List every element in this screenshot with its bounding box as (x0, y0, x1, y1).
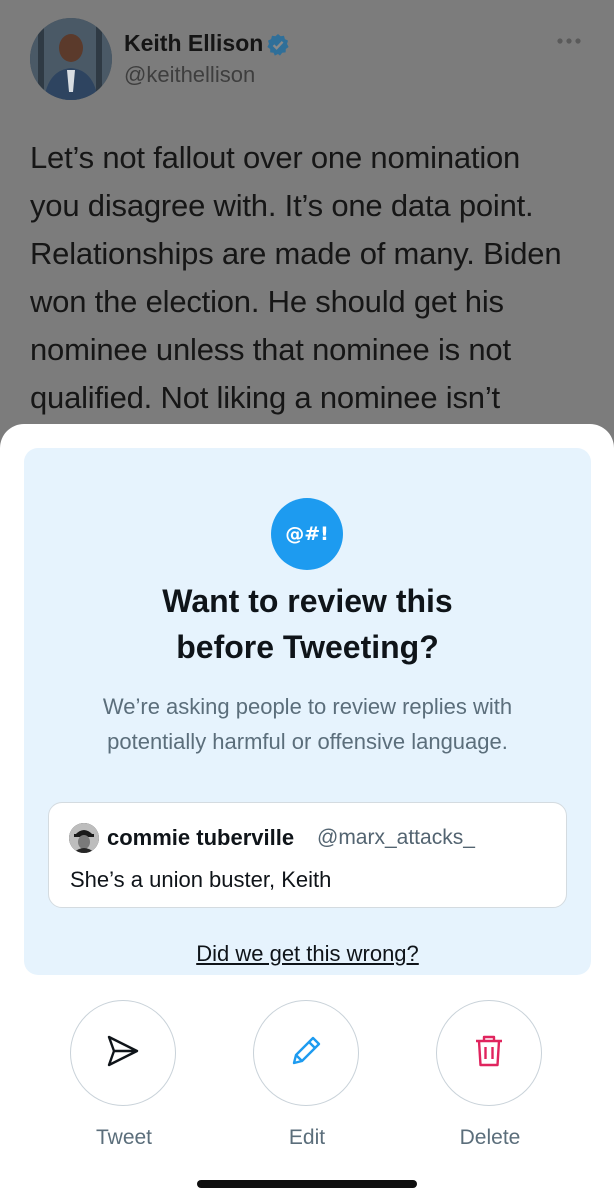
trash-icon (469, 1031, 509, 1076)
prompt-subtext-line: We’re asking people to review replies wi… (102, 694, 513, 719)
send-icon (103, 1031, 143, 1076)
pencil-icon (286, 1031, 326, 1076)
reply-author-name: commie tuberville (107, 825, 295, 850)
reply-preview: commie tuberville @marx_attacks_ She’s a… (48, 802, 567, 908)
tweet-text-line: qualified. Not liking a nominee isn’t (30, 380, 500, 415)
tweet-button[interactable] (70, 1000, 176, 1106)
delete-button-label: Delete (459, 1126, 521, 1149)
prompt-subtext: We’re asking people to review replies wi… (44, 689, 571, 759)
prompt-heading: Want to review this before Tweeting? (24, 578, 591, 670)
reply-text: She’s a union buster, Keith (70, 867, 332, 892)
author-handle[interactable]: @keithellison (124, 62, 255, 88)
verified-badge-icon (266, 33, 290, 57)
tweet-text-line: Relationships are made of many. Biden (30, 236, 562, 271)
prompt-heading-line: Want to review this (162, 583, 453, 619)
tweet-text: Let’s not fallout over one nomination yo… (30, 134, 600, 422)
feedback-link[interactable]: Did we get this wrong? (24, 941, 591, 967)
delete-action: Delete (436, 1000, 544, 1149)
tweet-text-line: won the election. He should get his (30, 284, 504, 319)
author-avatar[interactable] (30, 18, 112, 100)
prompt-subtext-line: potentially harmful or offensive languag… (107, 729, 508, 754)
review-prompt-card: @#! Want to review this before Tweeting?… (24, 448, 591, 975)
reply-avatar (69, 823, 99, 853)
home-indicator[interactable] (197, 1180, 417, 1188)
tweet-button-label: Tweet (95, 1126, 153, 1149)
edit-button-label: Edit (288, 1126, 326, 1149)
tweet-text-line: nominee unless that nominee is not (30, 332, 511, 367)
background-tweet: Keith Ellison @keithellison Let’s not fa… (0, 0, 614, 440)
delete-button[interactable] (436, 1000, 542, 1106)
author-name[interactable]: Keith Ellison (124, 30, 263, 57)
tweet-text-line: Let’s not fallout over one nomination (30, 140, 521, 175)
tweet-text-line: you disagree with. It’s one data point. (30, 188, 534, 223)
review-bottom-sheet: @#! Want to review this before Tweeting?… (0, 424, 614, 1200)
edit-button[interactable] (253, 1000, 359, 1106)
reply-author-handle: @marx_attacks_ (317, 826, 475, 849)
tweet-action: Tweet (70, 1000, 178, 1149)
offensive-language-badge-icon: @#! (271, 498, 343, 570)
more-options-icon[interactable] (556, 34, 582, 48)
prompt-heading-line: before Tweeting? (176, 629, 439, 665)
action-row: Tweet Edit Delete (0, 1000, 614, 1160)
edit-action: Edit (253, 1000, 361, 1149)
